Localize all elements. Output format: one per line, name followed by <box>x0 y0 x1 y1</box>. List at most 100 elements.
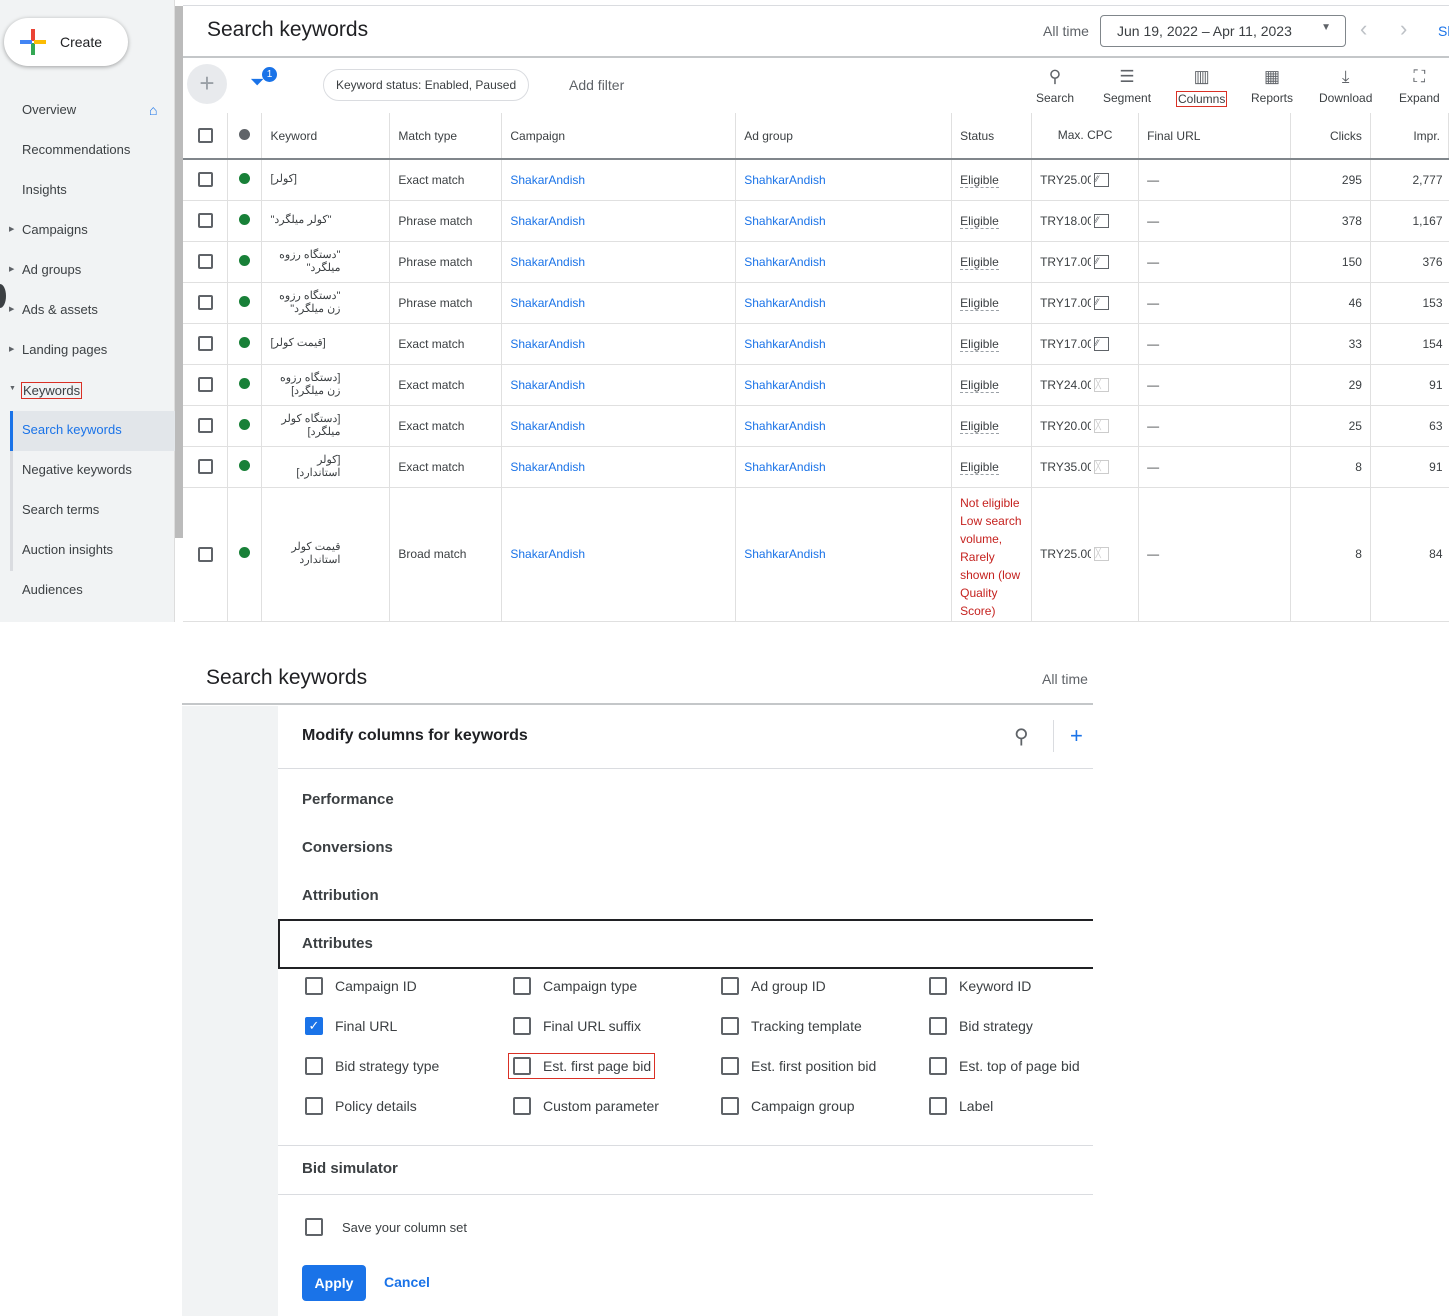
attribute-checkbox[interactable] <box>513 977 531 995</box>
attribute-option[interactable]: Est. first page bid <box>508 1053 656 1079</box>
keyword-cell[interactable]: "دستگاه رزوه زن میلگرد" <box>261 282 391 324</box>
row-select[interactable] <box>183 323 229 365</box>
campaign-link[interactable]: ShakarAndish <box>501 487 737 622</box>
expand-arrow-icon[interactable]: ▶ <box>9 305 14 313</box>
campaign-link[interactable]: ShakarAndish <box>501 323 737 365</box>
attribute-option[interactable]: Bid strategy <box>929 1017 1033 1035</box>
keyword-cell[interactable]: [کولر] <box>261 159 391 201</box>
row-checkbox[interactable] <box>197 377 213 393</box>
attribute-checkbox[interactable] <box>721 1057 739 1075</box>
row-select[interactable] <box>183 446 229 488</box>
section-attributes-header[interactable] <box>278 919 1093 969</box>
attribute-option[interactable]: Policy details <box>305 1097 417 1115</box>
attribute-option[interactable]: Ad group ID <box>721 977 826 995</box>
sidebar-item[interactable]: Keywords <box>21 382 83 399</box>
row-checkbox[interactable] <box>197 172 213 188</box>
bid-chart-icon[interactable]: ⁄⁄ <box>1094 295 1110 310</box>
status-text[interactable]: Eligible <box>960 377 999 393</box>
status-text[interactable]: Eligible <box>960 213 999 229</box>
filter-chip[interactable]: Keyword status: Enabled, Paused <box>323 69 530 101</box>
attribute-checkbox[interactable] <box>513 1017 531 1035</box>
row-checkbox[interactable] <box>197 213 213 229</box>
chevron-left-icon[interactable]: ‹ <box>1360 16 1367 42</box>
column-header[interactable]: Match type <box>389 113 503 160</box>
campaign-link[interactable]: ShakarAndish <box>501 241 737 283</box>
max-cpc-cell[interactable]: TRY35.00 ╳ <box>1031 446 1140 488</box>
campaign-link[interactable]: ShakarAndish <box>501 159 737 201</box>
row-checkbox[interactable] <box>197 254 213 270</box>
expand-button[interactable]: ⛶ Expand <box>1399 66 1440 105</box>
bid-chart-disabled-icon[interactable]: ╳ <box>1094 459 1110 474</box>
row-select[interactable] <box>183 487 229 622</box>
keyword-cell[interactable]: [کولر استاندارد] <box>261 446 391 488</box>
attribute-option[interactable]: Est. first position bid <box>721 1057 876 1075</box>
ad-group-link[interactable]: ShahkarAndish <box>735 405 953 447</box>
column-header[interactable]: Final URL <box>1138 113 1291 160</box>
status-text[interactable]: Eligible <box>960 295 999 311</box>
row-checkbox[interactable] <box>197 459 213 475</box>
attribute-option[interactable]: Campaign type <box>513 977 637 995</box>
status-text[interactable]: Eligible <box>960 254 999 270</box>
attribute-option[interactable]: Est. top of page bid <box>929 1057 1080 1075</box>
attribute-option[interactable]: Campaign group <box>721 1097 855 1115</box>
sidebar-scrollbar[interactable] <box>175 6 183 538</box>
row-checkbox[interactable] <box>197 418 213 434</box>
max-cpc-cell[interactable]: TRY25.00 ╳ <box>1031 487 1140 622</box>
expand-arrow-icon[interactable]: ▼ <box>9 385 16 392</box>
column-header[interactable]: Max. CPC <box>1031 113 1140 160</box>
sidebar-item[interactable]: Ads & assets <box>22 302 98 317</box>
attribute-option[interactable]: Tracking template <box>721 1017 862 1035</box>
max-cpc-cell[interactable]: TRY25.00 ⁄⁄ <box>1031 159 1140 201</box>
sidebar-item[interactable]: Auction insights <box>22 542 113 557</box>
sidebar-item[interactable]: Overview <box>22 102 76 117</box>
keyword-cell[interactable]: [دستگاه رزوه زن میلگرد] <box>261 364 391 406</box>
attribute-option[interactable]: Final URL suffix <box>513 1017 641 1035</box>
bid-chart-disabled-icon[interactable]: ╳ <box>1094 377 1110 392</box>
attribute-checkbox[interactable] <box>721 1097 739 1115</box>
column-header[interactable]: Status <box>951 113 1033 160</box>
max-cpc-cell[interactable]: TRY17.00 ⁄⁄ <box>1031 241 1140 283</box>
attribute-checkbox[interactable]: ✓ <box>305 1017 323 1035</box>
create-button[interactable]: Create <box>4 18 128 66</box>
attribute-option[interactable]: ✓ Final URL <box>305 1017 397 1035</box>
bid-chart-icon[interactable]: ⁄⁄ <box>1094 336 1110 351</box>
attribute-option[interactable]: Campaign ID <box>305 977 417 995</box>
row-select[interactable] <box>183 282 229 324</box>
bid-chart-icon[interactable]: ⁄⁄ <box>1094 173 1110 188</box>
attribute-checkbox[interactable] <box>305 1057 323 1075</box>
max-cpc-cell[interactable]: TRY20.00 ╳ <box>1031 405 1140 447</box>
attribute-checkbox[interactable] <box>929 1097 947 1115</box>
add-icon[interactable]: + <box>1070 723 1083 749</box>
section-performance[interactable]: Performance <box>302 791 394 808</box>
row-checkbox[interactable] <box>197 295 213 311</box>
bid-chart-disabled-icon[interactable]: ╳ <box>1094 418 1110 433</box>
campaign-link[interactable]: ShakarAndish <box>501 405 737 447</box>
ad-group-link[interactable]: ShahkarAndish <box>735 200 953 242</box>
keyword-cell[interactable]: قیمت کولر استاندارد <box>261 487 391 622</box>
attribute-checkbox[interactable] <box>929 1057 947 1075</box>
attribute-option[interactable]: Bid strategy type <box>305 1057 439 1075</box>
attribute-option[interactable]: Custom parameter <box>513 1097 659 1115</box>
row-select[interactable] <box>183 364 229 406</box>
sidebar-item[interactable]: Recommendations <box>22 142 130 157</box>
column-header[interactable]: Keyword <box>261 113 391 160</box>
attribute-checkbox[interactable] <box>721 1017 739 1035</box>
status-text[interactable]: Eligible <box>960 336 999 352</box>
select-all[interactable] <box>183 113 229 160</box>
status-text[interactable]: Eligible <box>960 172 999 188</box>
cancel-button[interactable]: Cancel <box>384 1274 430 1290</box>
row-checkbox[interactable] <box>197 546 213 562</box>
column-header[interactable]: Ad group <box>735 113 953 160</box>
row-select[interactable] <box>183 405 229 447</box>
sidebar-item[interactable]: Landing pages <box>22 342 107 357</box>
attribute-checkbox[interactable] <box>305 1097 323 1115</box>
attribute-option[interactable]: Label <box>929 1097 993 1115</box>
attribute-checkbox[interactable] <box>929 1017 947 1035</box>
ad-group-link[interactable]: ShahkarAndish <box>735 364 953 406</box>
sidebar-item[interactable]: Audiences <box>22 582 83 597</box>
bid-chart-icon[interactable]: ⁄⁄ <box>1094 213 1110 228</box>
select-all-checkbox[interactable] <box>197 128 213 144</box>
max-cpc-cell[interactable]: TRY17.00 ⁄⁄ <box>1031 323 1140 365</box>
sidebar-item[interactable]: Ad groups <box>22 262 81 277</box>
show-link[interactable]: Sh <box>1438 23 1449 39</box>
